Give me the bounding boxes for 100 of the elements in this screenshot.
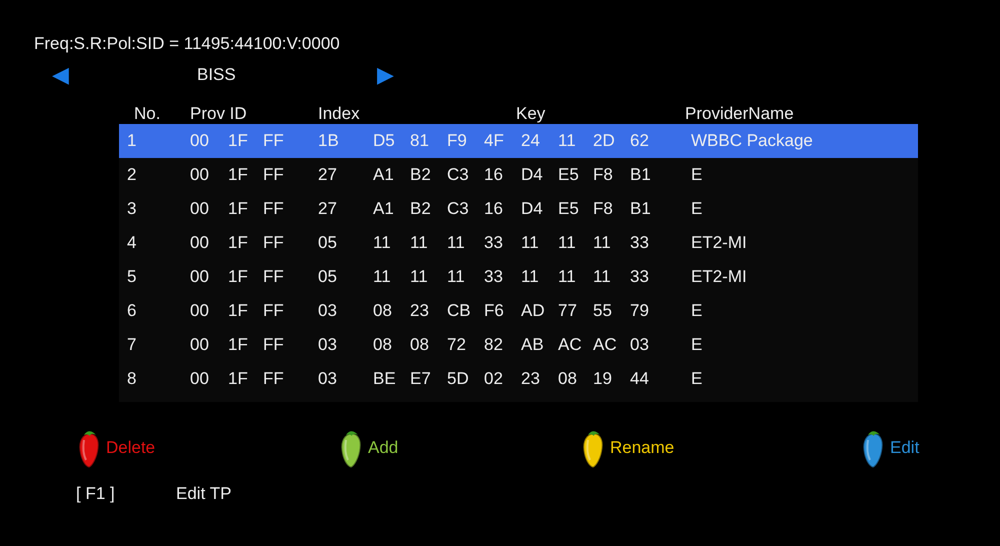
- key-byte-cell-text: E5: [558, 199, 580, 219]
- prov-id-cell-text: 00: [190, 199, 210, 219]
- key-byte-cell-text: 11: [373, 267, 392, 287]
- key-byte-cell-text: C3: [447, 165, 470, 185]
- prov-id-cell-text: 00: [190, 165, 210, 185]
- left-arrow-icon[interactable]: ◀: [52, 64, 69, 86]
- prov-id-cell-text: 00: [190, 335, 210, 355]
- key-byte-cell-text: AD: [521, 301, 546, 321]
- prov-id-cell-text: 00: [190, 267, 210, 287]
- key-byte-cell-text: AC: [593, 335, 618, 355]
- column-header: ProviderName: [685, 104, 795, 125]
- key-byte-cell-text: B2: [410, 165, 432, 185]
- prov-id-cell-text: FF: [263, 131, 285, 151]
- column-header: No.: [133, 104, 162, 125]
- key-byte-cell-text: B1: [630, 199, 652, 219]
- color-key-label: Edit: [890, 438, 920, 458]
- key-byte-cell-text: 11: [410, 267, 429, 287]
- key-row[interactable]: 7 00 1F FF 03 08 08 72 82 AB AC AC 03 E: [119, 328, 918, 362]
- key-byte-cell-text: E7: [410, 369, 432, 389]
- provider-name-cell-text: E: [691, 165, 704, 185]
- key-byte-cell-text: D4: [521, 165, 544, 185]
- key-byte-cell-text: 08: [558, 369, 578, 389]
- prov-id-cell-text: FF: [263, 369, 285, 389]
- key-byte-cell-text: 23: [410, 301, 430, 321]
- key-row[interactable]: 8 00 1F FF 03 BE E7 5D 02 23 08 19 44 E: [119, 362, 918, 396]
- index-cell-text: 03: [318, 335, 338, 355]
- color-key-label: Delete: [106, 438, 156, 458]
- key-byte-cell-text: 23: [521, 369, 541, 389]
- column-header: Key: [516, 104, 546, 125]
- key-byte-cell-text: 11: [558, 233, 577, 253]
- key-byte-cell-text: F8: [593, 165, 614, 185]
- key-row[interactable]: 5 00 1F FF 05 11 11 11 33 11 11 11 33 ET2-MI: [119, 260, 918, 294]
- index-cell-text: 03: [318, 301, 338, 321]
- key-byte-cell-text: F8: [593, 199, 614, 219]
- key-byte-cell-text: CB: [447, 301, 472, 321]
- key-byte-cell-text: 77: [558, 301, 578, 321]
- color-key-label: Add: [368, 438, 398, 458]
- key-byte-cell-text: AC: [558, 335, 583, 355]
- key-byte-cell-text: 11: [521, 233, 540, 253]
- right-arrow-icon[interactable]: ▶: [377, 64, 394, 86]
- key-byte-cell-text: 82: [484, 335, 504, 355]
- key-row[interactable]: 1 00 1F FF 1B D5 81 F9 4F 24 11 2D 62 WBBC Package: [119, 124, 918, 158]
- index-cell-text: 03: [318, 369, 338, 389]
- prov-id-cell-text: 1F: [228, 233, 249, 253]
- provider-name-cell-text: ET2-MI: [691, 267, 748, 287]
- key-byte-cell-text: 24: [521, 131, 541, 151]
- provider-name-cell-text: WBBC Package: [691, 131, 814, 151]
- key-byte-cell-text: 33: [630, 233, 650, 253]
- provider-name-cell-text: E: [691, 199, 704, 219]
- key-byte-cell-text: 16: [484, 165, 504, 185]
- hotkey-label: [ F1 ]: [76, 484, 116, 504]
- transponder-info: Freq:S.R:Pol:SID = 11495:44100:V:0000: [33, 33, 341, 55]
- key-byte-cell-text: F6: [484, 301, 505, 321]
- key-byte-cell-text: B1: [630, 165, 652, 185]
- key-byte-cell-text: 11: [410, 233, 429, 253]
- key-byte-cell-text: 44: [630, 369, 650, 389]
- index-cell-text: 1B: [318, 131, 340, 151]
- key-byte-cell-text: 11: [558, 131, 577, 151]
- key-row[interactable]: 4 00 1F FF 05 11 11 11 33 11 11 11 33 ET2-MI: [119, 226, 918, 260]
- key-byte-cell-text: D4: [521, 199, 544, 219]
- key-byte-cell-text: B2: [410, 199, 432, 219]
- key-byte-cell-text: 2D: [593, 131, 616, 151]
- key-row[interactable]: 3 00 1F FF 27 A1 B2 C3 16 D4 E5 F8 B1 E: [119, 192, 918, 226]
- key-byte-cell-text: D5: [373, 131, 396, 151]
- number-cell-text: 5: [126, 267, 138, 287]
- key-byte-cell-text: 79: [630, 301, 650, 321]
- column-header: Prov ID: [190, 104, 248, 125]
- prov-id-cell-text: 1F: [228, 131, 249, 151]
- prov-id-cell-text: FF: [263, 233, 285, 253]
- key-byte-cell-text: 11: [593, 233, 612, 253]
- key-byte-cell-text: 02: [484, 369, 504, 389]
- color-key-label: Rename: [610, 438, 674, 458]
- prov-id-cell-text: 1F: [228, 267, 249, 287]
- key-byte-cell-text: 5D: [447, 369, 470, 389]
- provider-name-cell-text: E: [691, 301, 704, 321]
- key-byte-cell-text: A1: [373, 199, 395, 219]
- provider-name-cell-text: E: [691, 369, 704, 389]
- key-byte-cell-text: C3: [447, 199, 470, 219]
- prov-id-cell-text: FF: [263, 301, 285, 321]
- key-byte-cell-text: E5: [558, 165, 580, 185]
- key-byte-cell-text: 11: [593, 267, 612, 287]
- prov-id-cell-text: 00: [190, 369, 210, 389]
- key-byte-cell-text: 19: [593, 369, 613, 389]
- prov-id-cell-text: 1F: [228, 165, 249, 185]
- key-byte-cell-text: 33: [484, 233, 504, 253]
- number-cell-text: 2: [126, 165, 138, 185]
- key-row[interactable]: 2 00 1F FF 27 A1 B2 C3 16 D4 E5 F8 B1 E: [119, 158, 918, 192]
- prov-id-cell-text: 1F: [228, 301, 249, 321]
- key-byte-cell-text: F9: [447, 131, 468, 151]
- key-byte-cell-text: 72: [447, 335, 467, 355]
- key-row[interactable]: 6 00 1F FF 03 08 23 CB F6 AD 77 55 79 E: [119, 294, 918, 328]
- key-byte-cell-text: 11: [521, 267, 540, 287]
- index-cell-text: 05: [318, 233, 338, 253]
- key-byte-cell-text: 33: [484, 267, 504, 287]
- key-byte-cell-text: 33: [630, 267, 650, 287]
- key-byte-cell-text: 11: [447, 233, 466, 253]
- key-byte-cell-text: 11: [558, 267, 577, 287]
- prov-id-cell-text: FF: [263, 199, 285, 219]
- key-byte-cell-text: A1: [373, 165, 395, 185]
- prov-id-cell-text: 1F: [228, 335, 249, 355]
